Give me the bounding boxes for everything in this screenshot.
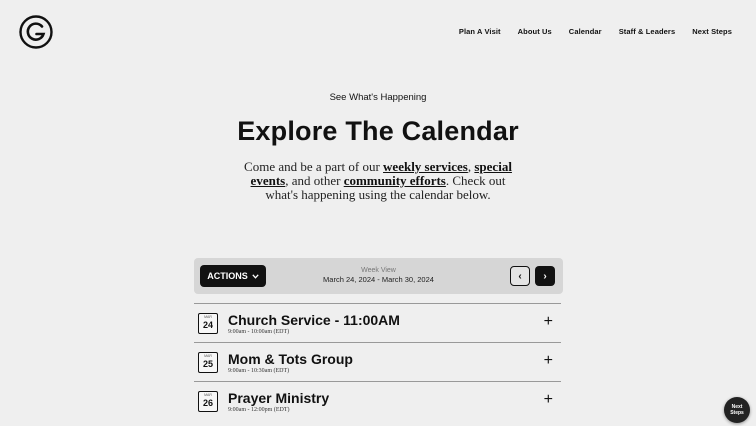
fab-label-2: Steps (730, 410, 744, 416)
next-week-button[interactable]: › (535, 266, 555, 286)
event-time: 9:00am - 10:00am (EDT) (228, 329, 290, 335)
previous-week-button[interactable]: ‹ (510, 266, 530, 286)
intro-paragraph: Come and be a part of our weekly service… (238, 160, 518, 202)
calendar-toolbar: ACTIONS Week View March 24, 2024 - March… (194, 258, 563, 294)
eyebrow-text: See What's Happening (329, 92, 427, 103)
date-badge: MAR 25 (198, 352, 218, 373)
next-steps-fab[interactable]: Next Steps (724, 397, 750, 423)
intro-text-1: Come and be a part of our (244, 159, 384, 174)
week-range: March 24, 2024 - March 30, 2024 (323, 275, 434, 284)
page-title: Explore The Calendar (237, 116, 519, 146)
plus-icon[interactable]: + (544, 392, 553, 408)
date-badge: MAR 26 (198, 391, 218, 412)
community-efforts-link[interactable]: community efforts (344, 173, 446, 188)
event-time: 9:00am - 10:30am (EDT) (228, 368, 290, 374)
event-title: Prayer Ministry (228, 390, 330, 406)
actions-label: ACTIONS (207, 271, 248, 281)
date-day: 25 (202, 359, 213, 369)
logo[interactable] (18, 14, 54, 50)
nav-calendar[interactable]: Calendar (569, 27, 602, 36)
chevron-left-icon: ‹ (518, 270, 522, 282)
main-nav: Plan A Visit About Us Calendar Staff & L… (459, 27, 732, 36)
list-item[interactable]: MAR 25 Mom & Tots Group 9:00am - 10:30am… (194, 342, 561, 381)
plus-icon[interactable]: + (544, 314, 553, 330)
event-title: Mom & Tots Group (228, 351, 353, 367)
date-day: 24 (202, 320, 213, 330)
date-badge: MAR 24 (198, 313, 218, 334)
chevron-right-icon: › (543, 270, 547, 282)
event-time: 9:00am - 12:00pm (EDT) (228, 407, 290, 413)
event-title: Church Service - 11:00AM (228, 312, 400, 328)
chevron-down-icon (252, 273, 259, 279)
nav-plan-a-visit[interactable]: Plan A Visit (459, 27, 501, 36)
nav-staff-leaders[interactable]: Staff & Leaders (619, 27, 676, 36)
week-view-label: Week View (361, 267, 396, 274)
list-item[interactable]: MAR 26 Prayer Ministry 9:00am - 12:00pm … (194, 381, 561, 420)
weekly-services-link[interactable]: weekly services (383, 159, 468, 174)
nav-about-us[interactable]: About Us (518, 27, 552, 36)
date-day: 26 (202, 398, 213, 408)
event-list: MAR 24 Church Service - 11:00AM 9:00am -… (194, 303, 561, 420)
actions-button[interactable]: ACTIONS (200, 265, 266, 287)
plus-icon[interactable]: + (544, 353, 553, 369)
nav-next-steps[interactable]: Next Steps (692, 27, 732, 36)
intro-text-3: , and other (285, 173, 344, 188)
week-view-header: Week View March 24, 2024 - March 30, 202… (294, 267, 463, 284)
list-item[interactable]: MAR 24 Church Service - 11:00AM 9:00am -… (194, 303, 561, 342)
g-logo-icon (19, 15, 53, 49)
